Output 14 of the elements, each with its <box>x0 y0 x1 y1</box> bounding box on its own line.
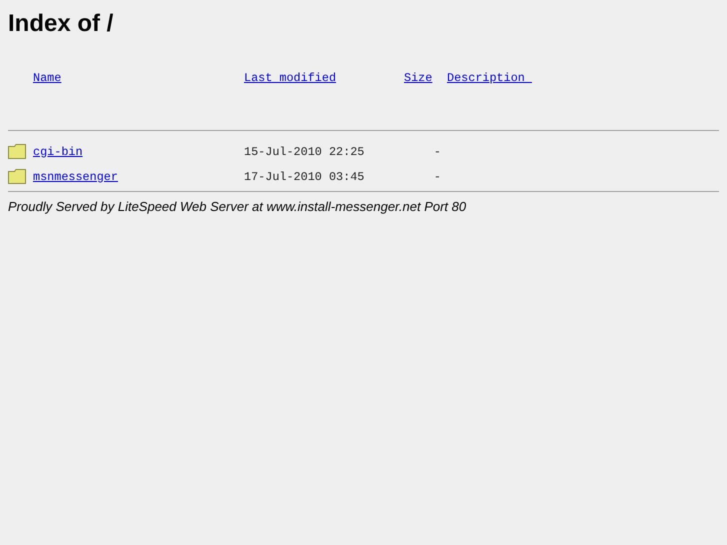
column-sort-link[interactable]: Name <box>33 71 62 85</box>
folder-icon <box>8 144 26 159</box>
column-sort-link[interactable]: Size <box>404 71 432 85</box>
column-sort-link[interactable]: Last modified <box>244 71 336 85</box>
modified-date: 15-Jul-2010 22:25 <box>244 144 364 158</box>
folder-icon <box>8 169 26 184</box>
modified-date: 17-Jul-2010 03:45 <box>244 170 364 184</box>
column-sort-link[interactable]: Description <box>447 71 532 85</box>
server-signature: Proudly Served by LiteSpeed Web Server at www.install-messenger.net Port 80 <box>8 199 468 214</box>
folder-link[interactable]: cgi-bin <box>33 144 83 158</box>
file-size: - <box>434 144 442 158</box>
folder-link[interactable]: msnmessenger <box>33 170 118 184</box>
file-size: - <box>434 170 442 184</box>
page-title: Index of / <box>8 10 114 38</box>
